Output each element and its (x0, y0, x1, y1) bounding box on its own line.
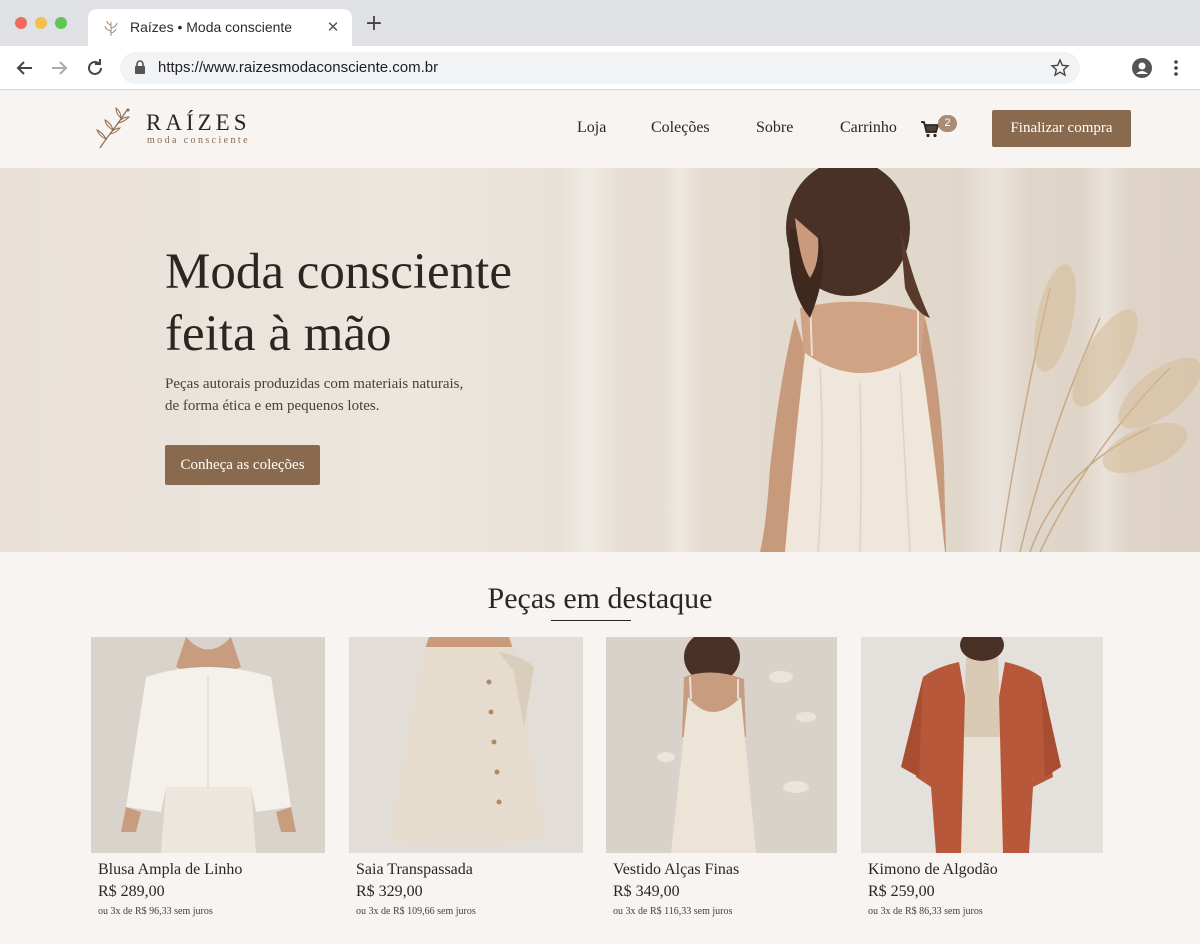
logo-tagline: moda consciente (147, 135, 250, 146)
address-bar[interactable]: https://www.raizesmodaconsciente.com.br (120, 52, 1080, 84)
hero-subtitle-line-1: Peças autorais produzidas com materiais … (165, 376, 464, 392)
product-name[interactable]: Blusa Ampla de Linho (98, 861, 242, 879)
browser-tab[interactable]: Raízes • Moda consciente ✕ (88, 9, 352, 46)
hero-subtitle-line-2: de forma ética e em pequenos lotes. (165, 398, 380, 414)
hero-model-image (760, 168, 1200, 552)
lock-icon (135, 60, 145, 74)
featured-section-title: Peças em destaque (487, 582, 713, 615)
product-image[interactable] (861, 637, 1103, 853)
site-header: RAÍZES moda consciente Loja Coleções Sob… (0, 90, 1200, 168)
product-installments: ou 3x de R$ 86,33 sem juros (868, 906, 983, 917)
product-image[interactable] (91, 637, 325, 853)
nav-link-loja[interactable]: Loja (577, 119, 606, 137)
explore-collections-button[interactable]: Conheça as coleções (165, 445, 320, 485)
close-window-button[interactable] (15, 17, 27, 29)
product-name[interactable]: Kimono de Algodão (868, 861, 998, 879)
product-price: R$ 289,00 (98, 883, 165, 900)
hero-title: Moda consciente feita à mão (165, 241, 512, 365)
browser-toolbar: https://www.raizesmodaconsciente.com.br (0, 46, 1200, 90)
product-price: R$ 349,00 (613, 883, 680, 900)
hero-title-line-1: Moda consciente (165, 244, 512, 300)
browser-tab-bar: Raízes • Moda consciente ✕ + (0, 0, 1200, 46)
profile-icon[interactable] (1132, 58, 1152, 78)
bookmark-star-icon[interactable] (1050, 58, 1070, 78)
hero-banner: Moda consciente feita à mão Peças autora… (0, 168, 1200, 552)
new-tab-icon[interactable]: + (364, 13, 384, 35)
product-price: R$ 329,00 (356, 883, 423, 900)
product-image[interactable] (606, 637, 837, 853)
checkout-button[interactable]: Finalizar compra (992, 110, 1131, 147)
product-installments: ou 3x de R$ 116,33 sem juros (613, 906, 733, 917)
product-price: R$ 259,00 (868, 883, 935, 900)
product-installments: ou 3x de R$ 96,33 sem juros (98, 906, 213, 917)
url-text: https://www.raizesmodaconsciente.com.br (158, 59, 439, 76)
leaf-branch-icon (104, 20, 118, 36)
hero-subtitle: Peças autorais produzidas com materiais … (165, 373, 505, 417)
tab-title: Raízes • Moda consciente (130, 19, 293, 35)
maximize-window-button[interactable] (55, 17, 67, 29)
product-image[interactable] (349, 637, 583, 853)
hero-title-line-2: feita à mão (165, 306, 392, 362)
back-arrow-icon[interactable] (14, 57, 36, 79)
minimize-window-button[interactable] (35, 17, 47, 29)
product-installments: ou 3x de R$ 109,66 sem juros (356, 906, 476, 917)
title-underline-divider (551, 620, 631, 621)
reload-icon[interactable] (84, 57, 106, 79)
cart-count-badge: 2 (938, 115, 957, 132)
more-menu-icon[interactable] (1170, 58, 1182, 78)
product-name[interactable]: Saia Transpassada (356, 861, 473, 879)
forward-arrow-icon[interactable] (48, 57, 70, 79)
close-tab-icon[interactable]: ✕ (324, 18, 342, 36)
nav-link-sobre[interactable]: Sobre (756, 119, 793, 137)
nav-link-colecoes[interactable]: Coleções (651, 119, 710, 137)
nav-link-carrinho[interactable]: Carrinho (840, 119, 897, 137)
leaf-branch-logo-icon[interactable] (94, 106, 132, 150)
product-name[interactable]: Vestido Alças Finas (613, 861, 739, 879)
logo-name[interactable]: RAÍZES (146, 110, 251, 136)
shopping-cart-icon[interactable] (920, 120, 940, 138)
